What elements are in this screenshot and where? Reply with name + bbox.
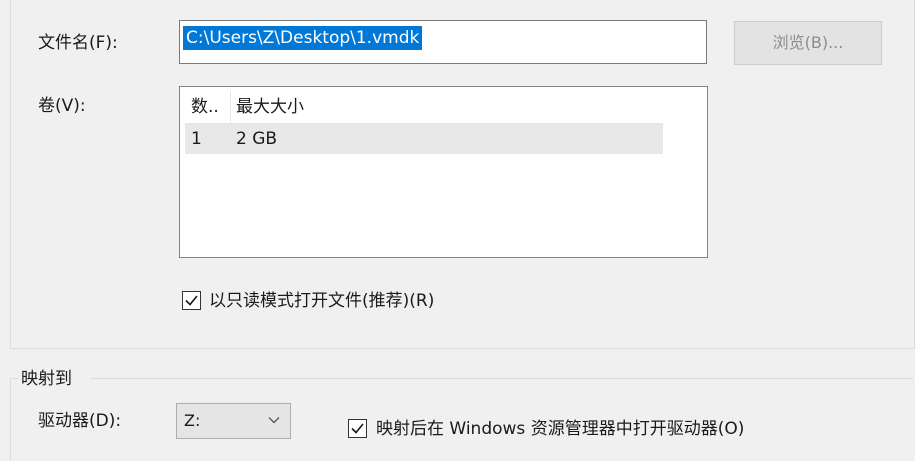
column-header-number[interactable]: 数.. [191, 96, 219, 118]
table-row[interactable]: 1 2 GB [185, 124, 663, 154]
volume-label: 卷(V): [38, 96, 86, 116]
drive-label: 驱动器(D): [38, 411, 122, 431]
drive-select[interactable]: Z: [176, 403, 291, 439]
checkmark-icon [351, 423, 364, 434]
drive-select-value: Z: [184, 411, 201, 430]
chevron-down-icon [268, 417, 280, 424]
file-name-label: 文件名(F): [38, 33, 118, 53]
readonly-checkbox[interactable] [182, 291, 201, 310]
volume-list-header: 数.. 最大大小 [185, 91, 663, 124]
readonly-label[interactable]: 以只读模式打开文件(推荐)(R) [209, 290, 434, 312]
volume-number-cell: 1 [191, 129, 202, 149]
group-border [10, 378, 11, 461]
browse-button[interactable]: 浏览(B)... [734, 21, 882, 65]
volume-list[interactable]: 数.. 最大大小 1 2 GB [179, 86, 708, 258]
column-header-max-size[interactable]: 最大大小 [236, 96, 304, 118]
checkmark-icon [185, 295, 198, 306]
file-name-input[interactable]: C:\Users\Z\Desktop\1.vmdk [179, 20, 707, 64]
group-border [90, 378, 913, 379]
volume-size-cell: 2 GB [236, 129, 278, 149]
open-explorer-label[interactable]: 映射后在 Windows 资源管理器中打开驱动器(O) [376, 418, 744, 440]
column-divider[interactable] [230, 91, 231, 123]
open-explorer-checkbox[interactable] [348, 419, 367, 438]
map-to-group-title: 映射到 [21, 369, 72, 389]
file-name-selected-text: C:\Users\Z\Desktop\1.vmdk [183, 26, 423, 50]
group-border [10, 378, 18, 379]
